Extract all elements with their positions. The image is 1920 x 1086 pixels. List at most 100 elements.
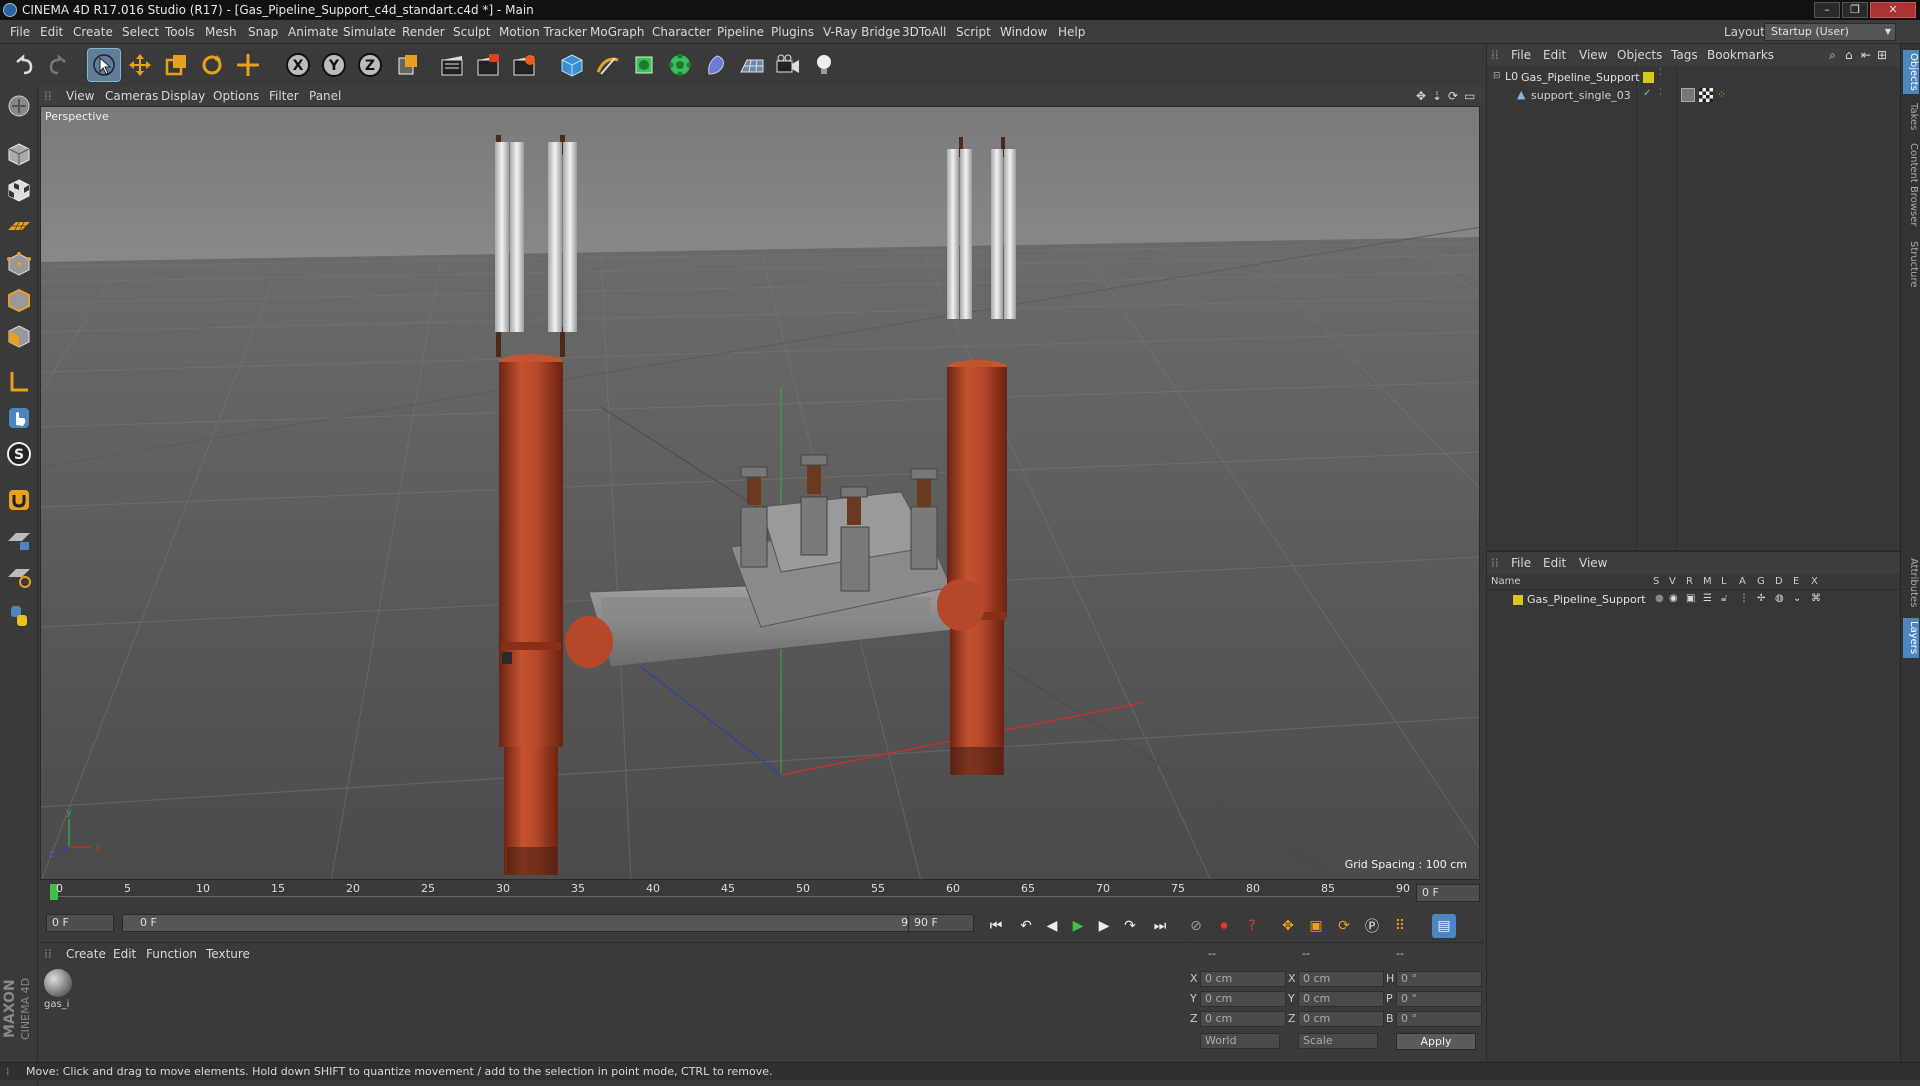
viewport-menu-display[interactable]: Display	[161, 86, 205, 106]
scale-tool-button[interactable]	[160, 49, 192, 81]
viewport-pan-icon[interactable]: ✥	[1416, 86, 1426, 106]
size-z-field[interactable]: 0 cm	[1298, 1011, 1384, 1027]
material-tag-icon[interactable]	[1681, 88, 1695, 102]
next-key-button[interactable]: ↷	[1118, 914, 1142, 938]
add-deformer-button[interactable]	[700, 49, 732, 81]
position-y-field[interactable]: 0 cm	[1200, 991, 1286, 1007]
coordinate-system-button[interactable]	[392, 49, 424, 81]
edit-check-icon[interactable]: ✓	[1643, 88, 1651, 99]
menu-edit[interactable]: Edit	[40, 20, 63, 44]
add-camera-button[interactable]	[772, 49, 804, 81]
object-menu-tags[interactable]: Tags	[1671, 44, 1698, 66]
points-mode-button[interactable]	[3, 248, 35, 280]
polygons-mode-button[interactable]	[3, 320, 35, 352]
3d-viewport[interactable]: Perspective Grid Spacing : 100 cm y x z	[40, 106, 1480, 880]
key-parameter-button[interactable]: Ⓟ	[1360, 914, 1384, 938]
move-tool-button[interactable]	[124, 49, 156, 81]
close-button[interactable]: ✕	[1870, 2, 1916, 18]
object-menu-objects[interactable]: Objects	[1617, 44, 1662, 66]
viewport-menu-panel[interactable]: Panel	[309, 86, 341, 106]
workplane-mode-button[interactable]	[3, 210, 35, 242]
tab-takes[interactable]: Takes	[1903, 100, 1919, 134]
add-nurbs-button[interactable]	[628, 49, 660, 81]
texture-mode-button[interactable]	[3, 174, 35, 206]
timeline-window-button[interactable]: ▤	[1432, 914, 1456, 938]
x-axis-lock-button[interactable]: X	[282, 49, 314, 81]
undo-button[interactable]	[8, 49, 40, 81]
magnet-button[interactable]	[3, 484, 35, 516]
z-axis-lock-button[interactable]: Z	[354, 49, 386, 81]
object-menu-file[interactable]: File	[1511, 44, 1531, 66]
layout-dropdown[interactable]: Startup (User) ▼	[1764, 23, 1896, 41]
object-menu-edit[interactable]: Edit	[1543, 44, 1566, 66]
previous-key-button[interactable]: ↶	[1014, 914, 1038, 938]
locked-workplane-button[interactable]	[3, 524, 35, 556]
layer-lock-icon[interactable]: 🔓︎	[1721, 593, 1727, 604]
frame-range-slider[interactable]: 0 F 90 F	[122, 914, 942, 932]
snap-button[interactable]: S	[3, 438, 35, 470]
apply-button[interactable]: Apply	[1396, 1033, 1476, 1050]
object-home-icon[interactable]: ⌂	[1845, 44, 1853, 66]
material-menu-function[interactable]: Function	[146, 943, 197, 965]
object-search-icon[interactable]: ⌕	[1829, 44, 1836, 66]
rotation-h-field[interactable]: 0 °	[1396, 971, 1482, 987]
object-menu-bookmarks[interactable]: Bookmarks	[1707, 44, 1774, 66]
menu-simulate[interactable]: Simulate	[343, 20, 396, 44]
menu-select[interactable]: Select	[122, 20, 159, 44]
menu-3dtoall[interactable]: 3DToAll	[902, 20, 946, 44]
object-row-support-single-03[interactable]: ▲ support_single_03	[1491, 88, 1637, 104]
viewport-maximize-icon[interactable]: ▭	[1464, 86, 1475, 106]
object-new-window-icon[interactable]: ⊞	[1877, 44, 1887, 66]
key-position-button[interactable]: ✥	[1276, 914, 1300, 938]
coordinate-space-dropdown[interactable]: World	[1200, 1033, 1280, 1049]
record-keys-button[interactable]: ⊘	[1184, 914, 1208, 938]
menu-script[interactable]: Script	[956, 20, 991, 44]
menu-plugins[interactable]: Plugins	[771, 20, 814, 44]
layer-animation-icon[interactable]: ⋮	[1739, 593, 1749, 604]
tab-objects[interactable]: Objects	[1903, 50, 1919, 94]
phong-tag-icon[interactable]: ⁘	[1717, 88, 1726, 101]
tab-content-browser[interactable]: Content Browser	[1903, 140, 1919, 230]
rotate-tool-button[interactable]	[196, 49, 228, 81]
render-picture-viewer-button[interactable]	[472, 49, 504, 81]
layer-row[interactable]: Gas_Pipeline_Support ● ◉ ▣ ☰ 🔓︎ ⋮ ✢ ◍ ⌄ …	[1487, 592, 1901, 608]
object-back-icon[interactable]: ⇤	[1861, 44, 1871, 66]
menu-pipeline[interactable]: Pipeline	[717, 20, 764, 44]
layer-menu-file[interactable]: File	[1511, 552, 1531, 574]
collapse-icon[interactable]: ⊟	[1493, 71, 1501, 81]
add-mograph-button[interactable]	[664, 49, 696, 81]
layer-deformers-icon[interactable]: ◍	[1775, 593, 1784, 604]
planar-workplane-button[interactable]	[3, 560, 35, 592]
edges-mode-button[interactable]	[3, 284, 35, 316]
current-frame-field[interactable]: 0 F	[1416, 884, 1480, 902]
key-pla-button[interactable]: ⠿	[1388, 914, 1412, 938]
rotation-b-field[interactable]: 0 °	[1396, 1011, 1482, 1027]
tab-structure[interactable]: Structure	[1903, 238, 1919, 290]
render-view-button[interactable]	[436, 49, 468, 81]
menu-file[interactable]: File	[10, 20, 30, 44]
previous-frame-button[interactable]: ◀	[1040, 914, 1064, 938]
layer-menu-edit[interactable]: Edit	[1543, 552, 1566, 574]
viewport-menu-filter[interactable]: Filter	[269, 86, 299, 106]
menu-sculpt[interactable]: Sculpt	[453, 20, 490, 44]
menu-render[interactable]: Render	[402, 20, 445, 44]
menu-snap[interactable]: Snap	[248, 20, 278, 44]
redo-button[interactable]	[42, 49, 74, 81]
viewport-rotate-icon[interactable]: ⟳	[1448, 86, 1458, 106]
make-editable-button[interactable]	[3, 90, 35, 122]
layer-expressions-icon[interactable]: ⌄	[1793, 593, 1801, 604]
model-mode-button[interactable]	[3, 138, 35, 170]
visibility-dots-icon[interactable]: ⁚	[1659, 68, 1662, 78]
transform-tool-button[interactable]	[232, 49, 264, 81]
add-cube-button[interactable]	[556, 49, 588, 81]
maximize-button[interactable]: ❐	[1842, 2, 1868, 18]
tab-attributes[interactable]: Attributes	[1903, 554, 1919, 612]
texture-tag-icon[interactable]	[1699, 88, 1713, 102]
size-x-field[interactable]: 0 cm	[1298, 971, 1384, 987]
size-mode-dropdown[interactable]: Scale	[1298, 1033, 1378, 1049]
axis-mode-button[interactable]	[3, 366, 35, 398]
play-button[interactable]: ▶	[1066, 914, 1090, 938]
viewport-menu-cameras[interactable]: Cameras	[105, 86, 158, 106]
material-menu-edit[interactable]: Edit	[113, 943, 136, 965]
menu-create[interactable]: Create	[73, 20, 113, 44]
